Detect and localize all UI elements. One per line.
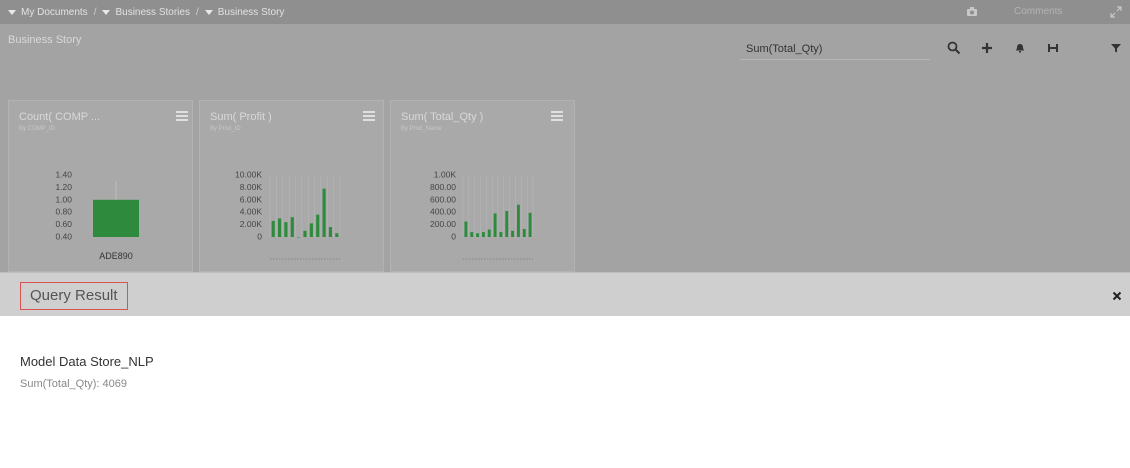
caret-down-icon	[8, 9, 16, 15]
search-icon	[947, 41, 961, 55]
y-tick-label: 1.20	[55, 182, 72, 192]
y-tick-label: 1.00	[55, 194, 72, 204]
breadcrumb-label: Business Stories	[115, 6, 190, 18]
y-tick-label: 8.00K	[240, 182, 263, 192]
breadcrumb-label: Business Story	[217, 6, 285, 18]
bar	[284, 222, 288, 237]
bar	[522, 228, 526, 237]
filter-icon	[1111, 44, 1121, 53]
breadcrumb-item-business-stories[interactable]: Business Stories	[102, 6, 190, 18]
plus-icon	[982, 43, 992, 53]
breadcrumb-separator: /	[93, 6, 97, 18]
bar	[335, 233, 339, 237]
query-result-value: Sum(Total_Qty): 4069	[20, 378, 127, 390]
y-tick-label: 6.00K	[240, 194, 263, 204]
bar	[476, 233, 480, 237]
save-button[interactable]	[1045, 40, 1061, 56]
breadcrumb: My Documents / Business Stories / Busine…	[8, 0, 284, 24]
camera-icon[interactable]	[966, 6, 978, 17]
y-tick-label: 800.00	[430, 182, 456, 192]
bar	[493, 213, 497, 237]
y-tick-label: 1.40	[55, 170, 72, 180]
widget-chart: 1.00K 800.00 600.00 400.00 200.00 0	[430, 170, 534, 260]
x-tick-label: ADE890	[99, 251, 133, 261]
query-result-body: Model Data Store_NLP Sum(Total_Qty): 406…	[0, 316, 1130, 468]
breadcrumb-item-business-story[interactable]: Business Story	[204, 6, 285, 18]
bell-icon	[1016, 44, 1024, 53]
bar	[499, 232, 503, 237]
y-tick-label: 200.00	[430, 219, 456, 229]
y-tick-label: 400.00	[430, 207, 456, 217]
y-tick-label: 600.00	[430, 194, 456, 204]
widget-count-comp[interactable]: Count( COMP ... By COMP_ID 1.40 1.20 1.00 0…	[8, 100, 193, 272]
query-result-title: Query Result	[20, 282, 128, 310]
alerts-button[interactable]	[1012, 40, 1028, 56]
widget-chart: 1.40 1.20 1.00 0.80 0.60 0.40 ADE890	[55, 170, 139, 261]
bar	[303, 230, 307, 237]
bar	[487, 229, 491, 237]
data-store-name: Model Data Store_NLP	[20, 354, 154, 369]
filter-button[interactable]	[1108, 40, 1124, 56]
bar	[328, 227, 333, 237]
widget-sum-profit[interactable]: Sum( Profit ) By Prod_ID 10.00K 8.00K 6.00…	[199, 100, 384, 272]
y-tick-label: 0.60	[55, 219, 72, 229]
breadcrumb-separator: /	[195, 6, 199, 18]
y-tick-label: 0.80	[55, 207, 72, 217]
bar	[277, 218, 282, 237]
y-tick-label: 0	[451, 232, 456, 242]
bar	[528, 212, 532, 237]
story-title: Business Story	[8, 34, 82, 46]
bar	[309, 223, 313, 237]
bar	[297, 237, 301, 238]
save-icon	[1048, 44, 1058, 52]
breadcrumb-item-my-documents[interactable]: My Documents	[8, 7, 88, 18]
add-button[interactable]	[979, 40, 995, 56]
bar	[271, 220, 275, 237]
bar	[322, 188, 326, 237]
bar	[316, 214, 320, 237]
caret-down-icon	[204, 9, 213, 15]
y-tick-label: 2.00K	[240, 219, 263, 229]
search-button[interactable]	[946, 40, 962, 56]
bar	[470, 232, 474, 237]
widget-chart: 10.00K 8.00K 6.00K 4.00K 2.00K 0	[235, 170, 341, 260]
close-icon[interactable]	[1112, 291, 1122, 301]
bar	[505, 210, 509, 237]
widget-sum-total-qty[interactable]: Sum( Total_Qty ) By Prod_Name 1.00K 800.0…	[390, 100, 575, 272]
breadcrumb-label: My Documents	[21, 6, 88, 18]
y-tick-label: 4.00K	[240, 207, 263, 217]
bar	[516, 204, 520, 237]
comments-link[interactable]: Comments	[1014, 0, 1062, 24]
query-result-header: Query Result	[0, 272, 1130, 316]
expand-icon[interactable]	[1110, 6, 1122, 18]
bar	[511, 230, 515, 237]
bar	[290, 217, 294, 237]
y-tick-label: 0.40	[55, 232, 72, 242]
caret-down-icon	[102, 9, 111, 15]
top-bar: My Documents / Business Stories / Busine…	[0, 0, 1130, 24]
nlp-search-input[interactable]	[740, 38, 930, 60]
bar	[93, 199, 139, 237]
y-tick-label: 1.00K	[434, 170, 457, 180]
y-tick-label: 0	[257, 232, 262, 242]
bar	[481, 232, 485, 237]
bar	[464, 221, 468, 237]
y-tick-label: 10.00K	[235, 170, 262, 180]
